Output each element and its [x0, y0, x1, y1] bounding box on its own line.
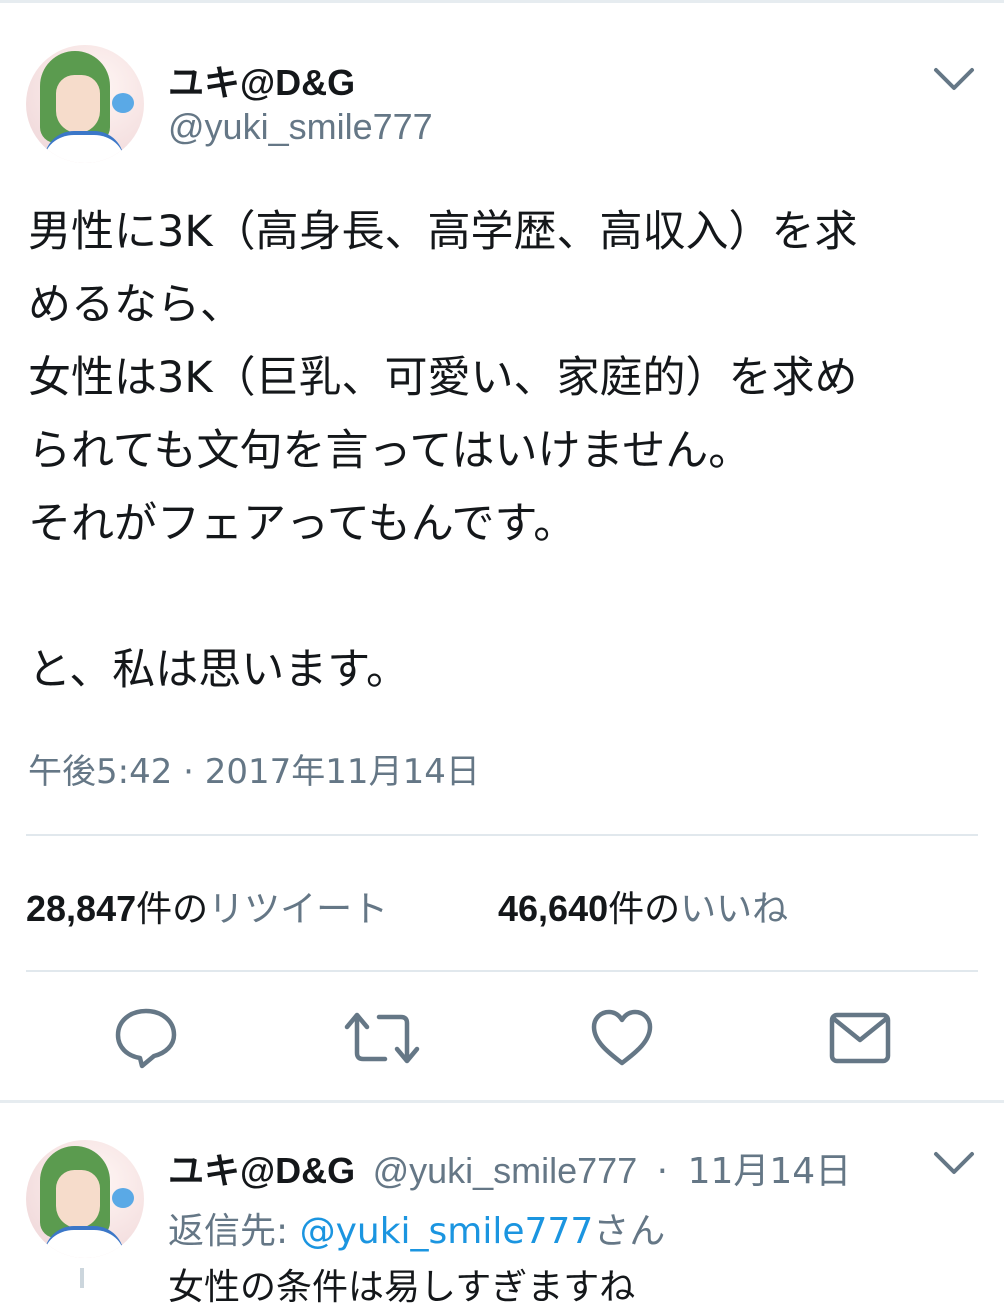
like-label: いいね [680, 889, 789, 930]
reply-icon [115, 1008, 177, 1069]
tweet-text-line: 男性に3K（高身長、高学歴、高収入）を求 [28, 207, 858, 257]
avatar-face [56, 75, 100, 133]
display-name[interactable]: ユキ@D&G [168, 54, 355, 106]
message-icon [829, 1012, 891, 1064]
reply-to-mention[interactable]: @yuki_smile777 [300, 1211, 594, 1252]
retweet-count[interactable]: 28,847件のリツイート [26, 880, 388, 932]
reply-header: ユキ@D&G @yuki_smile777 · 11月14日 [168, 1142, 851, 1194]
reply-separator: · [656, 1151, 669, 1192]
chevron-down-icon[interactable] [932, 1148, 976, 1178]
retweet-icon [344, 1012, 420, 1064]
like-count[interactable]: 46,640件のいいね [498, 880, 788, 932]
tweet-text-line [28, 561, 978, 634]
message-button[interactable] [820, 1000, 900, 1076]
reply-handle[interactable]: @yuki_smile777 [373, 1150, 638, 1191]
tweet-text-line: 女性は3K（巨乳、可愛い、家庭的）を求め [28, 353, 858, 403]
avatar[interactable] [26, 45, 144, 163]
avatar-collar [44, 1226, 124, 1258]
thread-line [80, 1268, 84, 1288]
section-divider [0, 1100, 1004, 1103]
avatar-collar [44, 131, 124, 163]
avatar-bird [112, 93, 134, 113]
avatar-face [56, 1170, 100, 1228]
like-icon [591, 1009, 653, 1066]
tweet-text-line: と、私は思います。 [28, 645, 409, 695]
like-number: 46,640 [498, 888, 609, 929]
reply-date[interactable]: 11月14日 [688, 1151, 852, 1192]
top-border [0, 0, 1004, 3]
reply-display-name[interactable]: ユキ@D&G [168, 1150, 355, 1191]
like-unit: 件の [608, 889, 681, 930]
tweet-timestamp[interactable]: 午後5:42 · 2017年11月14日 [28, 744, 480, 793]
divider [26, 970, 978, 972]
avatar-bird [112, 1188, 134, 1208]
reply-avatar[interactable] [26, 1140, 144, 1258]
reply-to-line: 返信先: @yuki_smile777さん [168, 1202, 665, 1254]
reply-button[interactable] [106, 1000, 186, 1076]
retweet-button[interactable] [342, 1000, 422, 1076]
user-handle[interactable]: @yuki_smile777 [168, 106, 433, 148]
reply-to-prefix: 返信先: [168, 1211, 300, 1252]
chevron-down-icon[interactable] [932, 64, 976, 94]
tweet-text-line: られても文句を言ってはいけません。 [28, 426, 752, 476]
reply-to-suffix: さん [593, 1211, 666, 1252]
divider [26, 834, 978, 836]
like-button[interactable] [582, 1000, 662, 1076]
retweet-unit: 件の [136, 889, 209, 930]
retweet-label: リツイート [208, 889, 389, 930]
tweet-text: 男性に3K（高身長、高学歴、高収入）を求 めるなら、 女性は3K（巨乳、可愛い、… [28, 196, 978, 707]
tweet-text-line: それがフェアってもんです。 [28, 499, 577, 549]
retweet-number: 28,847 [26, 888, 137, 929]
tweet-text-line: めるなら、 [28, 280, 243, 330]
reply-text: 女性の条件は易しすぎますね [168, 1267, 636, 1308]
